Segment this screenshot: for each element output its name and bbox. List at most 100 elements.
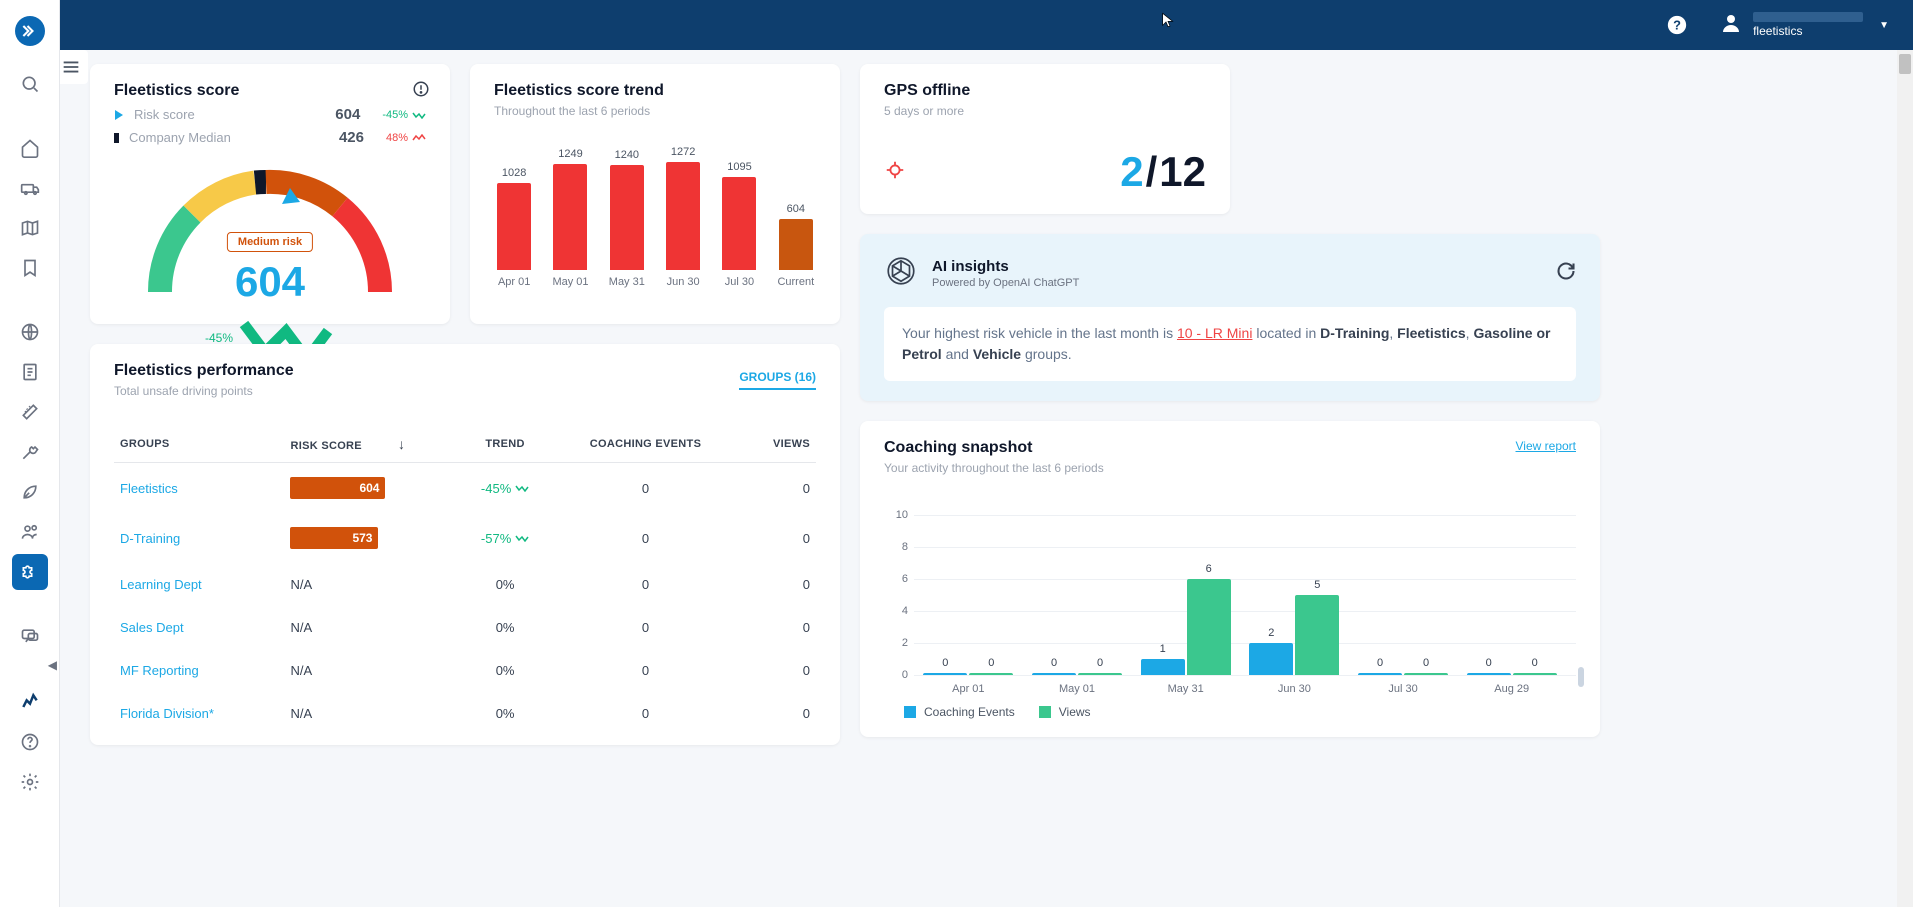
- sort-descending-icon: ↓: [398, 436, 405, 452]
- risk-score-label: Risk score: [134, 107, 325, 122]
- trend-title: Fleetistics score trend: [494, 82, 816, 100]
- perf-sub: Total unsafe driving points: [114, 384, 294, 398]
- risk-badge: Medium risk: [227, 232, 313, 252]
- main-content: Fleetistics score Risk score 604 -45% Co…: [60, 50, 1913, 907]
- trend-bar: 1028Apr 01: [494, 167, 534, 288]
- globe-icon[interactable]: [12, 314, 48, 350]
- median-value: 426: [339, 129, 364, 146]
- help-icon[interactable]: [12, 724, 48, 760]
- coach-sub: Your activity throughout the last 6 peri…: [884, 461, 1104, 475]
- gps-denom: 12: [1159, 148, 1206, 196]
- analytics-icon[interactable]: [12, 684, 48, 720]
- trend-bar: 604Current: [776, 203, 816, 288]
- group-link[interactable]: D-Training: [120, 531, 180, 546]
- perf-title: Fleetistics performance: [114, 362, 294, 380]
- legend-label-views: Views: [1059, 705, 1091, 719]
- group-link[interactable]: Fleetistics: [120, 481, 178, 496]
- score-card-title: Fleetistics score: [114, 82, 426, 100]
- col-trend[interactable]: TREND: [445, 426, 565, 463]
- leaf-icon[interactable]: [12, 474, 48, 510]
- avatar-icon: [1719, 11, 1743, 40]
- view-report-link[interactable]: View report: [1516, 439, 1576, 453]
- chart-scroll-handle[interactable]: [1578, 667, 1584, 687]
- group-link[interactable]: MF Reporting: [120, 663, 199, 678]
- legend-label-events: Coaching Events: [924, 705, 1015, 719]
- user-name-redacted: [1753, 12, 1863, 22]
- trend-bar: 1249May 01: [550, 148, 590, 288]
- ai-title: AI insights: [932, 258, 1079, 275]
- group-link[interactable]: Florida Division*: [120, 706, 214, 721]
- bookmark-icon[interactable]: [12, 250, 48, 286]
- col-events[interactable]: COACHING EVENTS: [565, 426, 725, 463]
- coach-title: Coaching snapshot: [884, 439, 1104, 457]
- gauge-chart: Medium risk 604 -45%: [140, 162, 400, 302]
- median-pct: 48%: [386, 132, 426, 144]
- target-icon: [884, 159, 906, 186]
- wrench-icon[interactable]: [12, 434, 48, 470]
- users-icon[interactable]: [12, 514, 48, 550]
- score-card: Fleetistics score Risk score 604 -45% Co…: [90, 64, 450, 324]
- chat-icon[interactable]: [12, 618, 48, 654]
- user-name-block: fleetistics: [1753, 12, 1863, 38]
- coaching-snapshot-card: Coaching snapshot Your activity througho…: [860, 421, 1600, 737]
- chevron-down-icon: ▼: [1879, 20, 1889, 31]
- topbar: ? fleetistics ▼: [60, 0, 1913, 50]
- ai-sub: Powered by OpenAI ChatGPT: [932, 277, 1079, 289]
- openai-logo-icon: [884, 254, 918, 293]
- gear-icon[interactable]: [12, 764, 48, 800]
- risk-score-pct: -45%: [382, 109, 426, 121]
- info-icon[interactable]: [412, 80, 430, 103]
- topbar-help-icon[interactable]: ?: [1665, 13, 1689, 37]
- trend-bar: 1272Jun 30: [663, 146, 703, 288]
- gps-ratio: 2 / 12: [1120, 148, 1206, 196]
- table-row: D-Training573-57% 00: [114, 513, 816, 563]
- table-row: Fleetistics604-45% 00: [114, 463, 816, 514]
- mouse-cursor: [1160, 12, 1176, 33]
- gps-sub: 5 days or more: [884, 104, 1206, 118]
- trend-bar: 1240May 31: [607, 149, 647, 288]
- rail-collapse-caret[interactable]: ◀: [48, 658, 57, 672]
- legend-swatch-blue: [904, 706, 916, 718]
- col-groups[interactable]: GROUPS: [114, 426, 284, 463]
- hamburger-button[interactable]: [60, 50, 88, 84]
- median-indicator-icon: [114, 133, 119, 143]
- report-icon[interactable]: [12, 354, 48, 390]
- gps-sep: /: [1146, 148, 1158, 196]
- table-row: MF ReportingN/A0%00: [114, 649, 816, 692]
- gps-numerator: 2: [1120, 148, 1143, 196]
- risk-score-value: 604: [335, 106, 360, 123]
- coach-legend: Coaching Events Views: [884, 705, 1576, 719]
- refresh-icon[interactable]: [1556, 261, 1576, 286]
- table-row: Sales DeptN/A0%00: [114, 606, 816, 649]
- col-risk-score[interactable]: RISK SCORE↓: [284, 426, 444, 463]
- table-row: Learning DeptN/A0%00: [114, 563, 816, 606]
- sidebar-expand-button[interactable]: [15, 16, 45, 46]
- map-icon[interactable]: [12, 210, 48, 246]
- ai-insights-card: AI insights Powered by OpenAI ChatGPT Yo…: [860, 234, 1600, 401]
- user-menu[interactable]: fleetistics ▼: [1719, 11, 1889, 40]
- trend-sub: Throughout the last 6 periods: [494, 104, 816, 118]
- risk-score-indicator-icon: [115, 110, 123, 120]
- groups-tab-link[interactable]: GROUPS (16): [739, 370, 816, 390]
- puzzle-icon[interactable]: [12, 554, 48, 590]
- sidebar-rail: ◀: [0, 0, 60, 907]
- ai-vehicle-link[interactable]: 10 - LR Mini: [1177, 325, 1252, 341]
- vehicle-icon[interactable]: [12, 170, 48, 206]
- ruler-icon[interactable]: [12, 394, 48, 430]
- coaching-bar-chart: 0246810000016250000Apr 01May 01May 31Jun…: [914, 495, 1576, 695]
- big-score-value: 604: [235, 258, 305, 306]
- performance-table: GROUPS RISK SCORE↓ TREND COACHING EVENTS…: [114, 426, 816, 735]
- home-icon[interactable]: [12, 130, 48, 166]
- col-views[interactable]: VIEWS: [726, 426, 816, 463]
- table-row: Florida Division*N/A0%00: [114, 692, 816, 735]
- median-label: Company Median: [129, 130, 329, 145]
- group-link[interactable]: Learning Dept: [120, 577, 202, 592]
- group-link[interactable]: Sales Dept: [120, 620, 184, 635]
- search-icon[interactable]: [12, 66, 48, 102]
- performance-card: Fleetistics performance Total unsafe dri…: [90, 344, 840, 745]
- trend-bar-chart: 1028Apr 01 1249May 01 1240May 31 1272Jun 30…: [494, 138, 816, 288]
- gps-title: GPS offline: [884, 82, 1206, 100]
- legend-swatch-green: [1039, 706, 1051, 718]
- user-org-label: fleetistics: [1753, 24, 1863, 38]
- ai-insight-text: Your highest risk vehicle in the last mo…: [884, 307, 1576, 381]
